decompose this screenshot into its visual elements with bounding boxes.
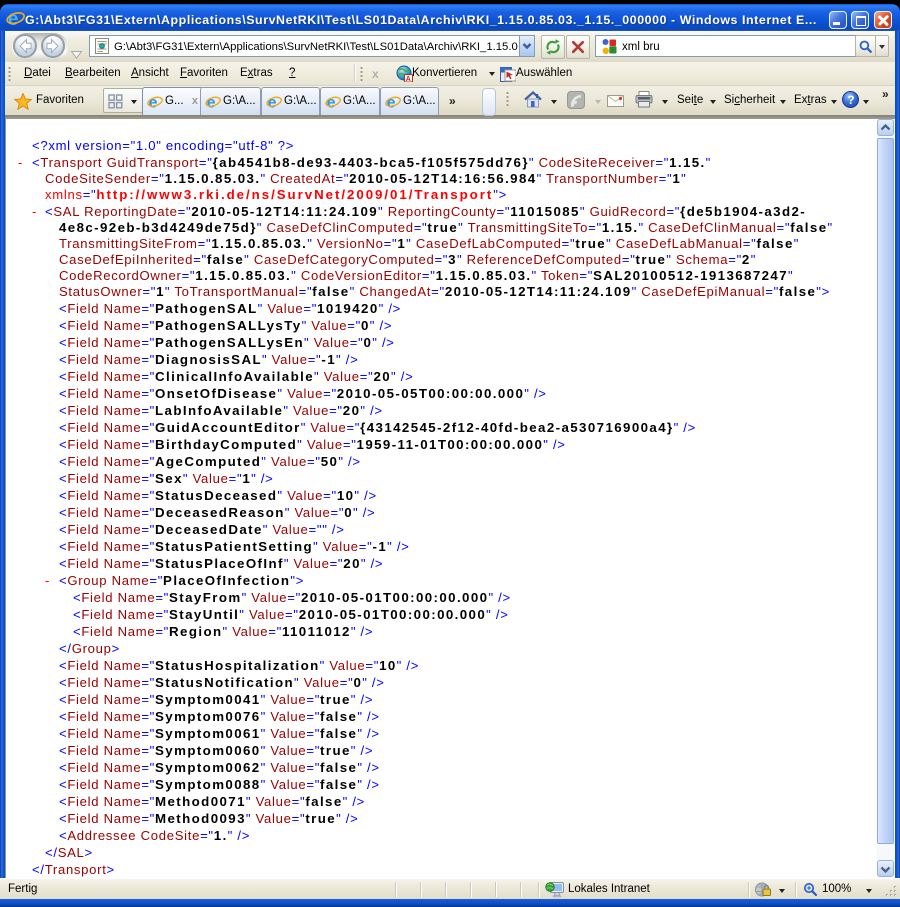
svg-text:e: e: [8, 9, 19, 28]
svg-text:A: A: [406, 76, 411, 82]
svg-text:?: ?: [847, 93, 854, 107]
